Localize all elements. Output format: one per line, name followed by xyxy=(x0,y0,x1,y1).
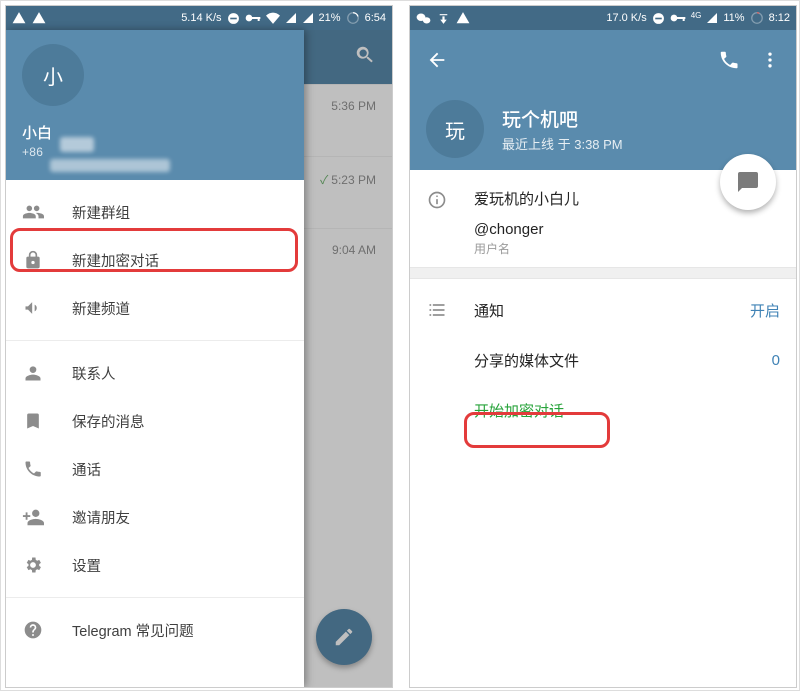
help-icon xyxy=(22,620,44,640)
setting-value: 0 xyxy=(772,352,780,369)
divider xyxy=(6,340,304,341)
wechat-icon xyxy=(416,12,431,25)
clock-text: 6:54 xyxy=(365,12,386,24)
vpn-key-icon xyxy=(670,13,686,23)
last-seen: 最近上线 于 3:38 PM xyxy=(502,134,623,153)
dnd-icon xyxy=(652,12,665,25)
drawer-menu: 新建群组 新建加密对话 新建频道 联系人 保存的消息 通话 xyxy=(6,180,304,662)
info-icon xyxy=(426,188,448,210)
row-start-secret-chat[interactable]: 开始加密对话 xyxy=(426,385,780,435)
setting-label: 开始加密对话 xyxy=(474,400,780,421)
menu-label: 邀请朋友 xyxy=(72,507,130,528)
message-fab[interactable] xyxy=(720,154,776,210)
menu-saved-messages[interactable]: 保存的消息 xyxy=(6,397,304,445)
menu-label: 联系人 xyxy=(72,363,116,384)
phone-icon xyxy=(22,459,44,479)
left-screenshot: 5.14 K/s 21% 6:54 5:36 PM ✓5:23 PM )17) … xyxy=(5,5,393,688)
divider xyxy=(6,597,304,598)
menu-new-channel[interactable]: 新建频道 xyxy=(6,284,304,332)
signal-icon xyxy=(285,12,297,24)
status-bar: 5.14 K/s 21% 6:54 xyxy=(6,6,392,30)
dnd-icon xyxy=(227,12,240,25)
navigation-drawer: 小 小白 +86 新建群组 新建加密对话 新建频道 联系人 xyxy=(6,30,304,687)
gear-icon xyxy=(22,555,44,575)
menu-label: 保存的消息 xyxy=(72,411,145,432)
menu-label: 新建群组 xyxy=(72,202,130,223)
info-username-label: 用户名 xyxy=(474,240,780,257)
vpn-key-icon xyxy=(245,13,261,23)
signal-icon xyxy=(302,12,314,24)
menu-label: 新建加密对话 xyxy=(72,250,159,271)
overflow-icon[interactable] xyxy=(760,50,780,75)
status-bar: 17.0 K/s 4G 11% 8:12 xyxy=(410,6,796,30)
profile-header: 玩 玩个机吧 最近上线 于 3:38 PM xyxy=(410,30,796,170)
warning-icon xyxy=(32,11,46,25)
warning-icon xyxy=(12,11,26,25)
avatar[interactable]: 小 xyxy=(22,44,84,106)
battery-percent: 11% xyxy=(723,12,744,24)
group-icon xyxy=(22,201,44,223)
back-icon[interactable] xyxy=(426,49,448,76)
profile-name: 玩个机吧 xyxy=(502,105,623,132)
section-divider xyxy=(410,267,796,279)
lock-icon xyxy=(22,250,44,270)
menu-label: 新建频道 xyxy=(72,298,130,319)
net-speed: 5.14 K/s xyxy=(181,12,221,24)
menu-settings[interactable]: 设置 xyxy=(6,541,304,589)
menu-label: Telegram 常见问题 xyxy=(72,620,194,641)
contact-icon xyxy=(22,363,44,383)
menu-faq[interactable]: Telegram 常见问题 xyxy=(6,606,304,654)
download-icon xyxy=(437,12,450,25)
menu-label: 通话 xyxy=(72,459,101,480)
setting-label: 通知 xyxy=(474,300,724,321)
person-add-icon xyxy=(22,506,44,528)
menu-new-group[interactable]: 新建群组 xyxy=(6,188,304,236)
menu-contacts[interactable]: 联系人 xyxy=(6,349,304,397)
warning-icon xyxy=(456,11,470,25)
drawer-header: 小 小白 +86 xyxy=(6,30,304,180)
battery-ring-icon xyxy=(346,11,360,25)
megaphone-icon xyxy=(22,298,44,318)
list-icon xyxy=(426,300,448,320)
net-speed: 17.0 K/s xyxy=(606,12,646,24)
wifi-icon xyxy=(266,12,280,24)
redacted-text xyxy=(50,159,170,172)
signal-icon xyxy=(706,12,718,24)
row-shared-media[interactable]: 分享的媒体文件 0 xyxy=(426,335,780,385)
redacted-text xyxy=(60,137,94,152)
battery-ring-icon xyxy=(750,11,764,25)
bookmark-icon xyxy=(22,411,44,431)
setting-label: 分享的媒体文件 xyxy=(474,350,746,371)
right-screenshot: 17.0 K/s 4G 11% 8:12 玩 玩个机吧 最近上线 于 3:38 … xyxy=(409,5,797,688)
menu-new-secret-chat[interactable]: 新建加密对话 xyxy=(6,236,304,284)
clock-text: 8:12 xyxy=(769,12,790,24)
info-username[interactable]: @chonger xyxy=(474,221,780,238)
setting-value: 开启 xyxy=(750,300,780,321)
menu-calls[interactable]: 通话 xyxy=(6,445,304,493)
menu-label: 设置 xyxy=(72,555,101,576)
avatar[interactable]: 玩 xyxy=(426,100,484,158)
settings-section: 通知 开启 分享的媒体文件 0 开始加密对话 xyxy=(410,279,796,441)
battery-percent: 21% xyxy=(319,12,341,24)
call-icon[interactable] xyxy=(718,49,740,76)
menu-invite-friends[interactable]: 邀请朋友 xyxy=(6,493,304,541)
row-notifications[interactable]: 通知 开启 xyxy=(426,285,780,335)
net-type-label: 4G xyxy=(691,11,702,20)
